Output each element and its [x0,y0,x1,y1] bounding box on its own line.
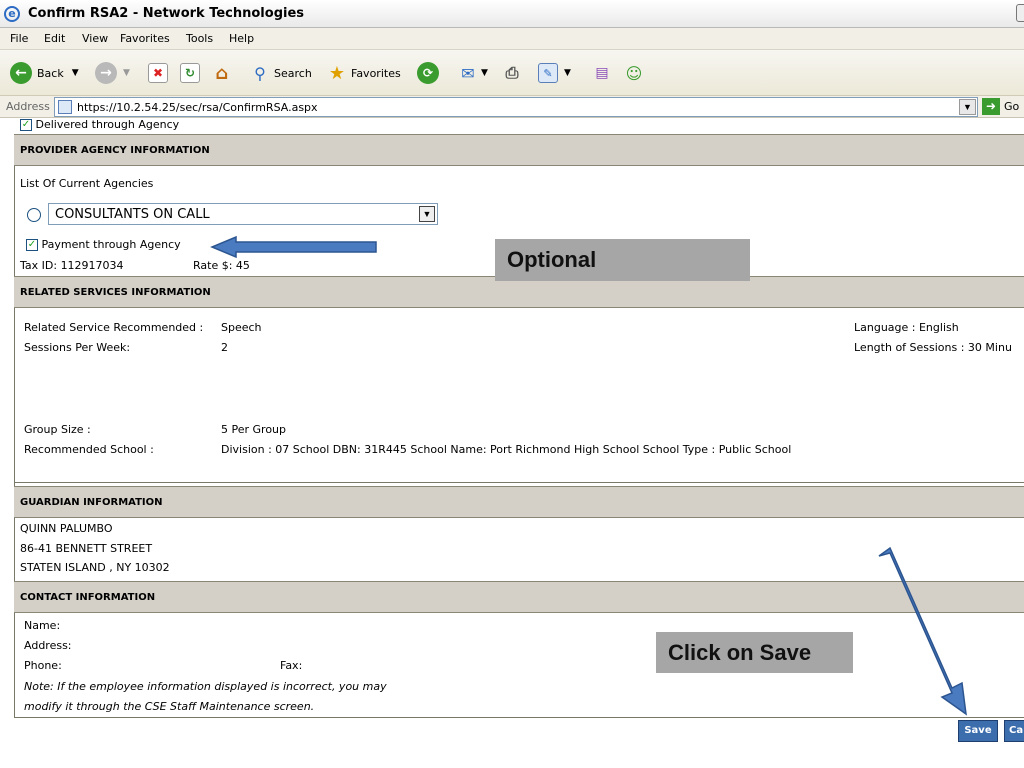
annotation-arrows [210,235,967,716]
save-arrow-icon [878,546,967,716]
payment-arrow-icon [210,235,377,259]
